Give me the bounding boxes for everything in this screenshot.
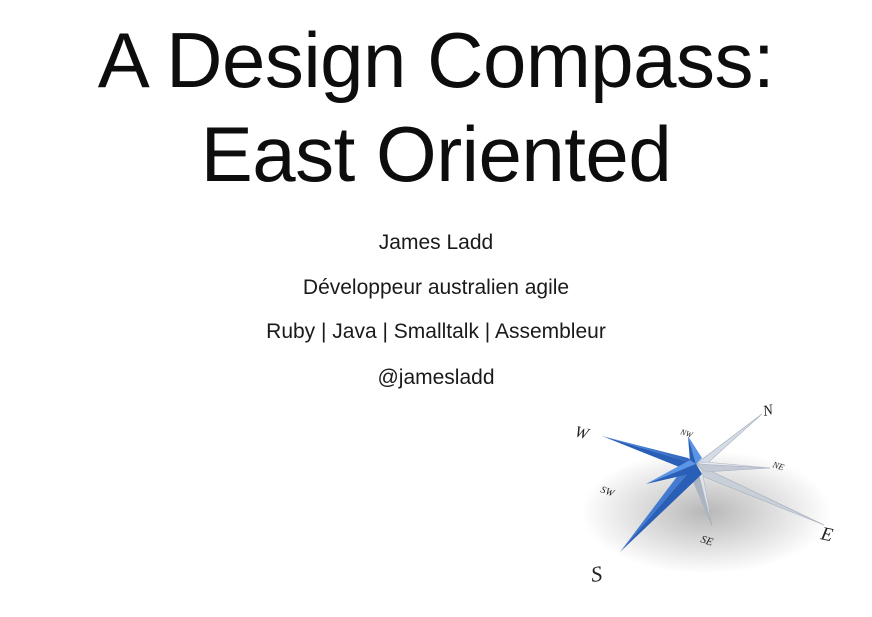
author-handle: @jamesladd	[377, 366, 495, 389]
author-languages: Ruby | Java | Smalltalk | Assembleur	[266, 320, 606, 343]
slide-title-line-1: A Design Compass:	[97, 16, 775, 104]
compass-label-s: S	[589, 561, 603, 587]
author-role: Développeur australien agile	[302, 276, 570, 299]
compass-label-nw: NW	[678, 427, 694, 440]
compass-label-n: N	[761, 402, 776, 420]
author-name: James Ladd	[378, 231, 494, 254]
slide-title-line-2: East Oriented	[200, 110, 672, 198]
compass-label-w: W	[573, 423, 592, 443]
slide: A Design Compass: East Oriented James La…	[0, 0, 872, 617]
compass-rose-icon: N NE E SE S SW W NW	[573, 402, 835, 587]
